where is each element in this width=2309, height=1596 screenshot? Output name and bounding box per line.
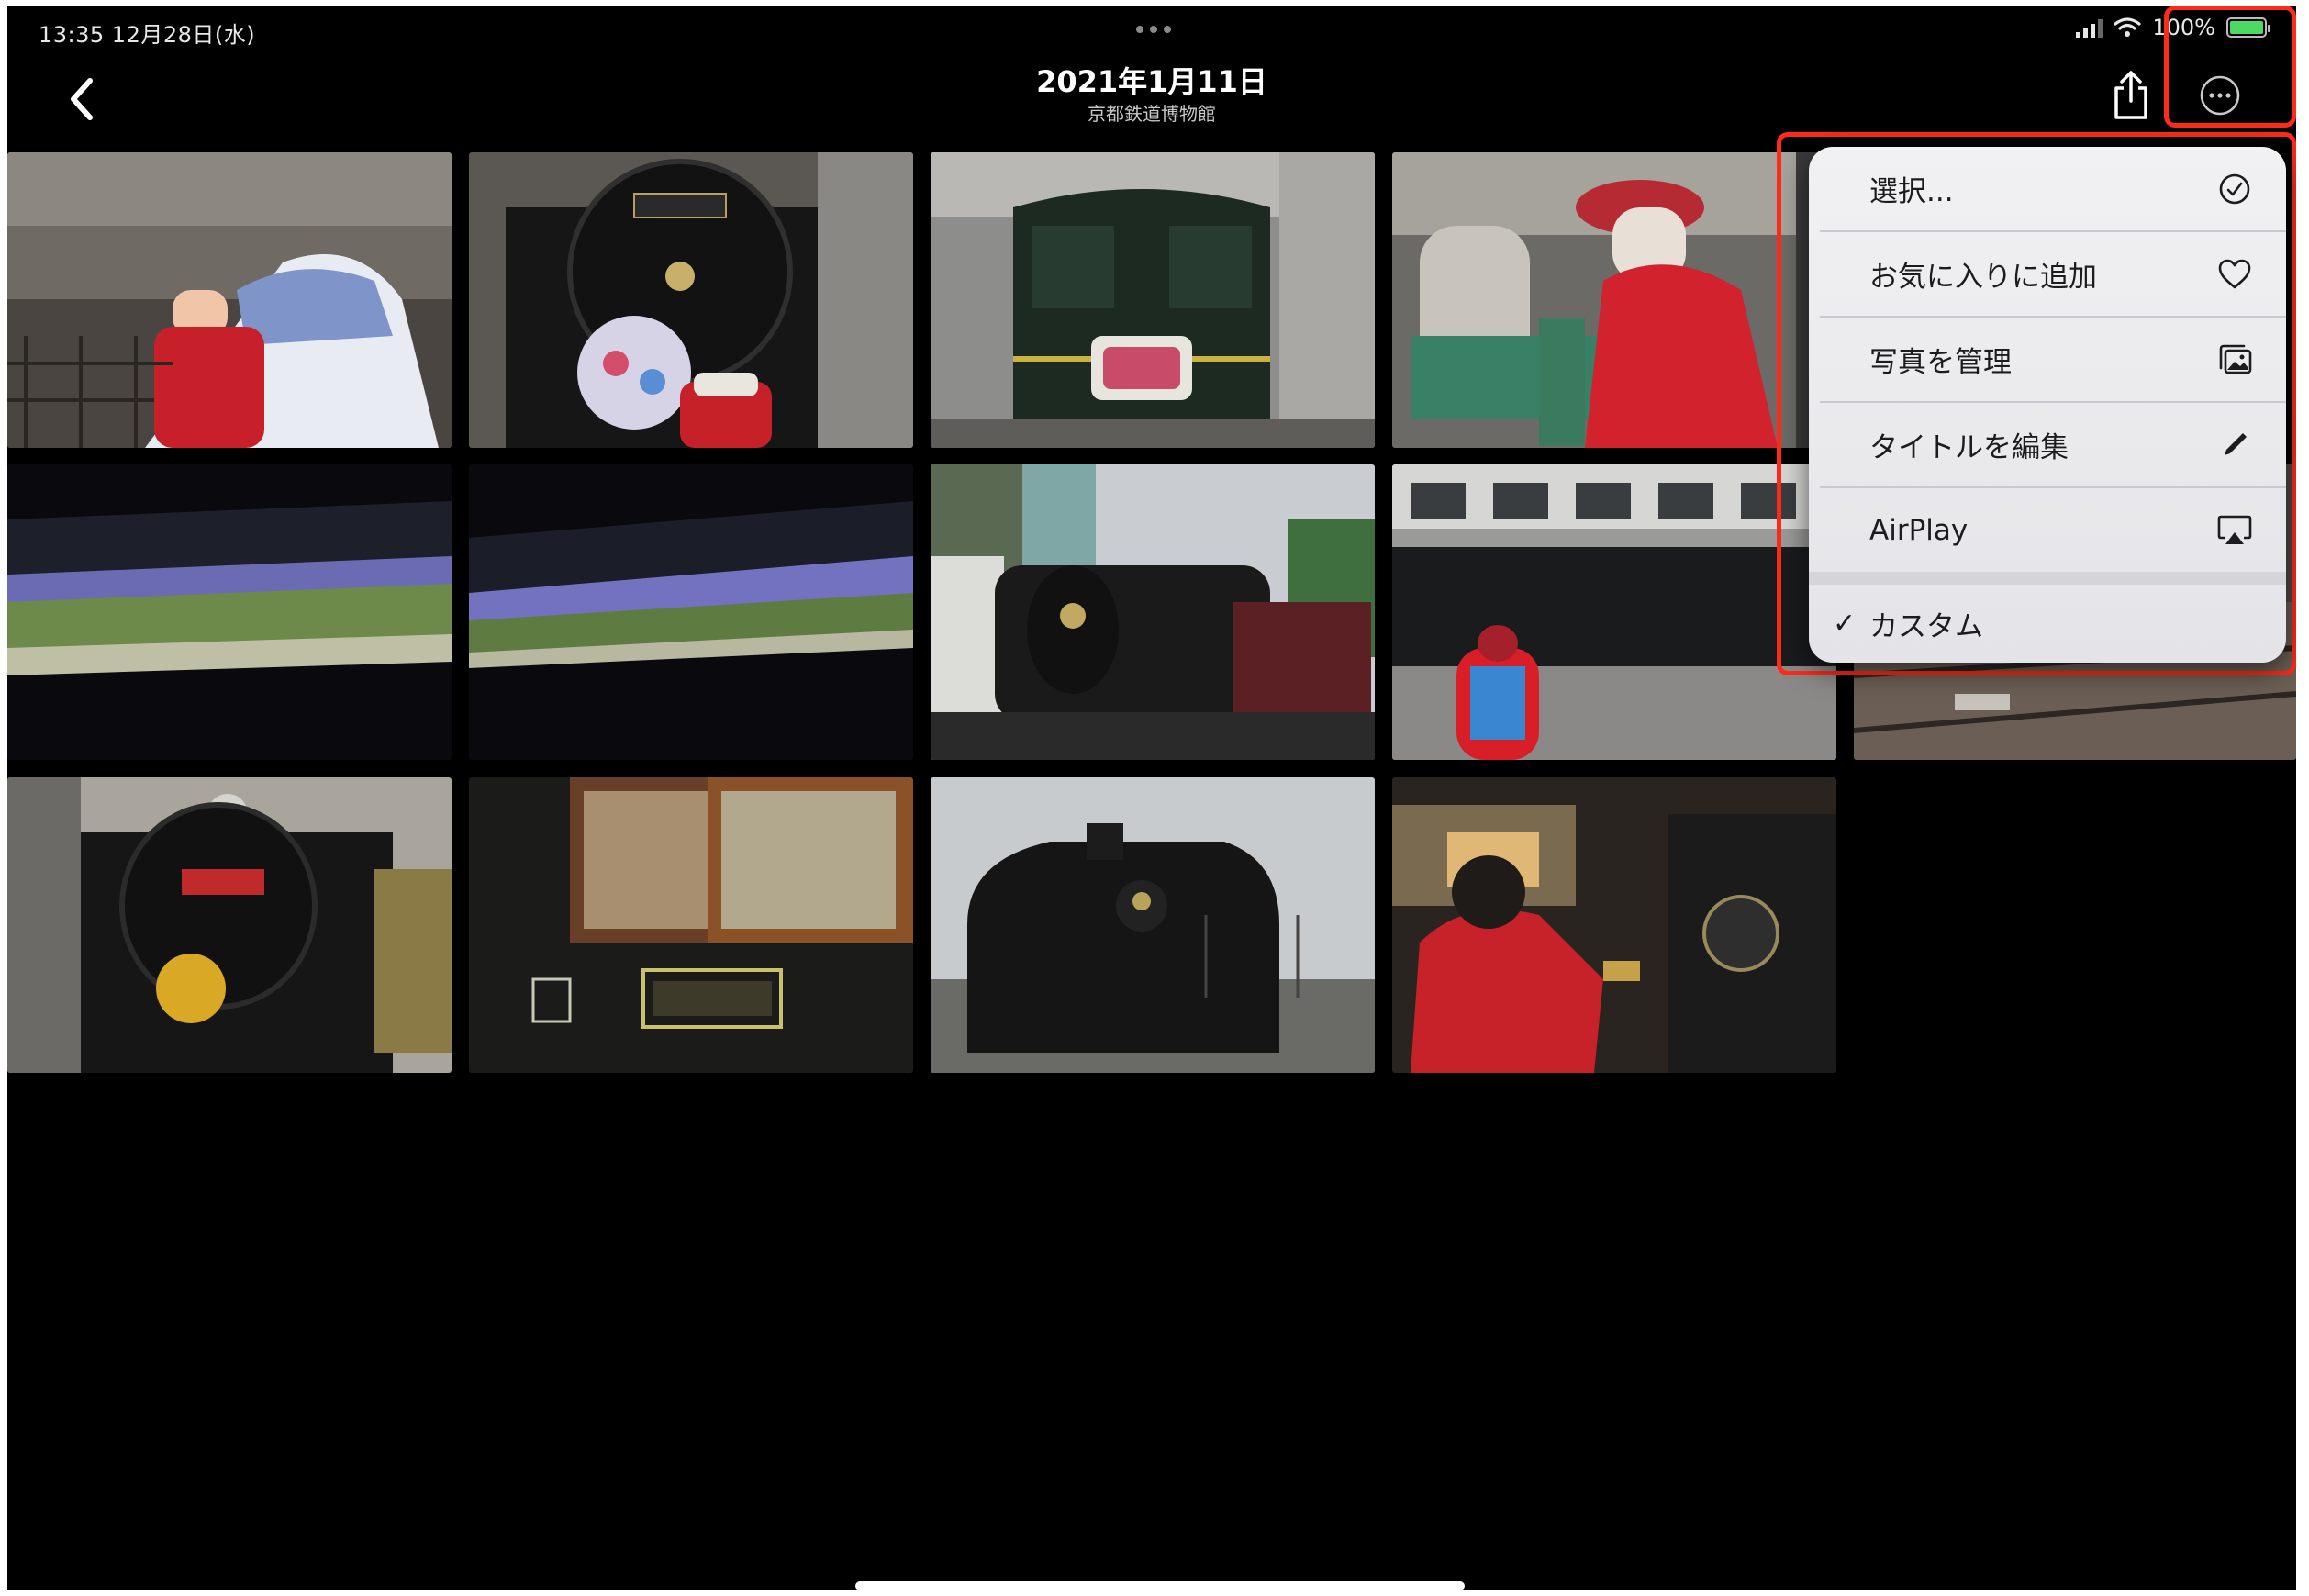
photo-thumbnail[interactable] [7,464,452,760]
airplay-icon [2216,512,2253,549]
menu-item-edit-title[interactable]: タイトルを編集 [1809,403,2286,486]
menu-item-manage-photos[interactable]: 写真を管理 [1809,318,2286,401]
more-options-menu: 選択... お気に入りに追加 写真を管理 タイトルを編集 AirPlay ✓ カ… [1809,147,2286,663]
checkmark-circle-icon [2216,171,2253,207]
page-title: 2021年1月11日 [1036,64,1267,99]
menu-item-select[interactable]: 選択... [1809,147,2286,230]
photo-thumbnail[interactable] [7,777,452,1073]
home-indicator[interactable] [855,1581,1465,1590]
ellipsis-circle-icon [2200,75,2240,116]
screen: 13:35 12月28日(水) 100% 2021年1月11日 京都鉄道博物館 [7,6,2296,1590]
status-right: 100% [2076,15,2270,40]
photo-thumbnail[interactable] [1392,152,1836,448]
cellular-signal-icon [2076,17,2103,38]
checkmark-icon: ✓ [1833,608,1857,640]
multitasking-dots[interactable] [1136,26,1171,33]
menu-item-label: AirPlay [1869,513,1969,547]
share-button[interactable] [2107,68,2155,123]
more-options-button[interactable] [2196,72,2244,119]
photo-thumbnail[interactable] [469,152,913,448]
menu-item-custom[interactable]: ✓ カスタム [1809,585,2286,663]
menu-item-label: タイトルを編集 [1869,431,2069,464]
menu-item-label: お気に入りに追加 [1869,261,2097,294]
pencil-icon [2216,427,2253,463]
menu-item-label: 写真を管理 [1869,346,2012,379]
photo-thumbnail[interactable] [1392,777,1836,1073]
status-time: 13:35 12月28日(水) [39,22,256,48]
heart-icon [2216,256,2253,293]
menu-item-label: カスタム [1869,610,1983,643]
photo-thumbnail[interactable] [1392,464,1836,760]
menu-item-add-favorite[interactable]: お気に入りに追加 [1809,232,2286,316]
battery-icon [2226,17,2270,38]
photo-thumbnail[interactable] [469,777,913,1073]
page-subtitle: 京都鉄道博物館 [1088,103,1216,125]
share-icon [2114,71,2147,119]
photo-thumbnail[interactable] [931,464,1375,760]
wifi-icon [2114,17,2141,37]
photos-stack-icon [2216,341,2253,378]
photo-thumbnail[interactable] [469,464,913,760]
battery-percentage: 100% [2152,15,2215,40]
menu-item-airplay[interactable]: AirPlay [1809,488,2286,572]
menu-item-label: 選択... [1869,175,1954,208]
photo-thumbnail[interactable] [7,152,452,448]
photo-thumbnail[interactable] [931,152,1375,448]
photo-thumbnail[interactable] [931,777,1375,1073]
